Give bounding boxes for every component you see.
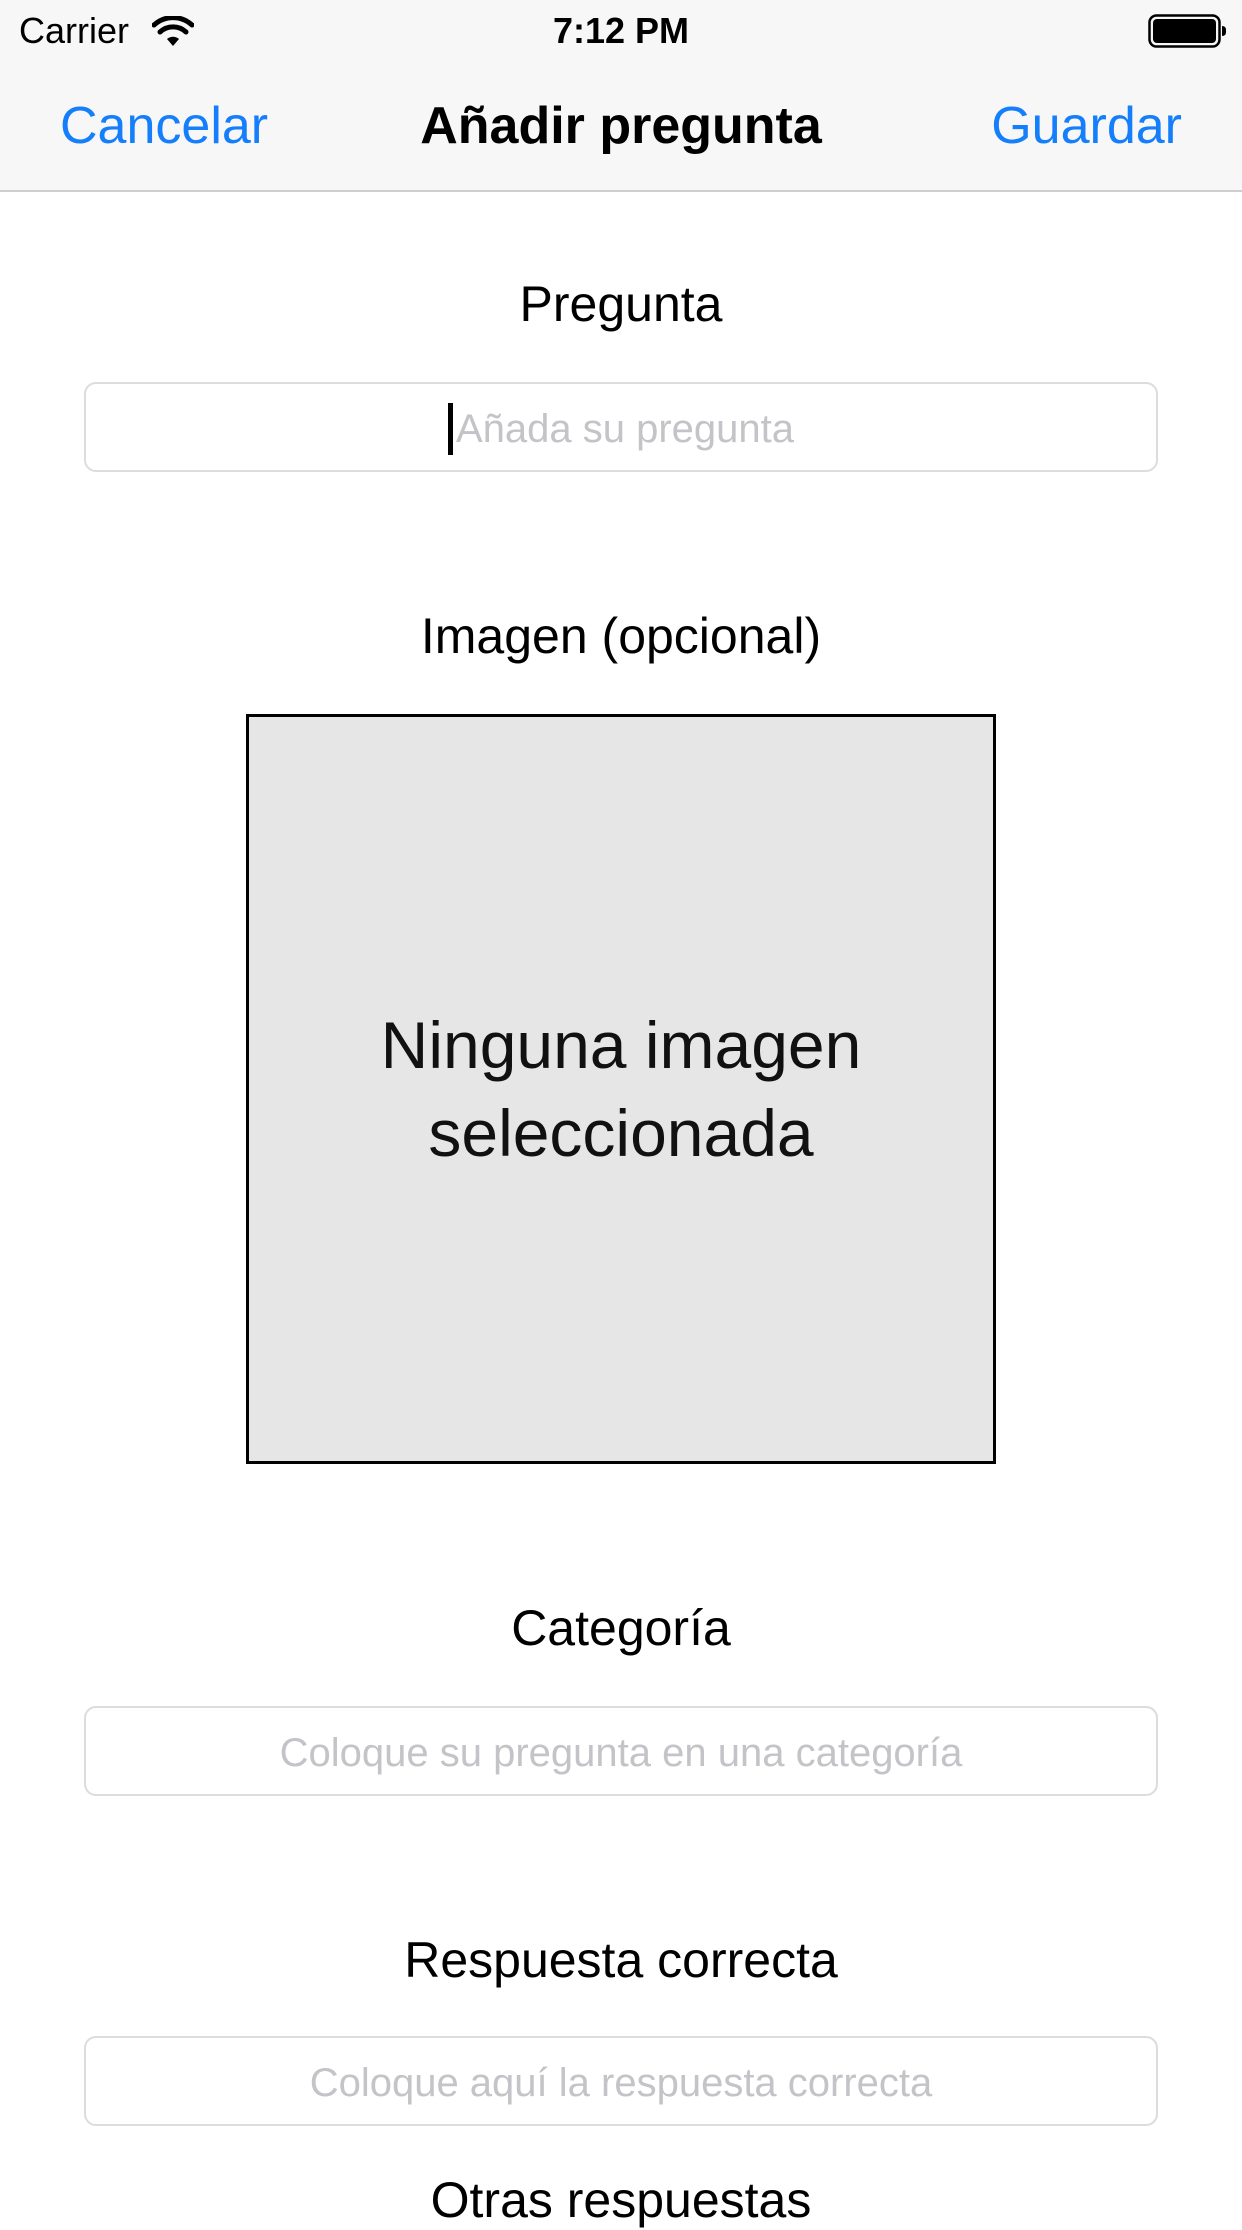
correct-answer-placeholder: Coloque aquí la respuesta correcta xyxy=(309,2061,933,2106)
top-bar: Carrier 7:12 PM Cancelar Añadir pregunta… xyxy=(0,0,1242,192)
correct-answer-input[interactable]: Coloque aquí la respuesta correcta xyxy=(84,2036,1158,2126)
category-label: Categoría xyxy=(511,1600,731,1656)
save-button[interactable]: Guardar xyxy=(991,96,1182,156)
status-time: 7:12 PM xyxy=(552,10,690,51)
image-picker[interactable]: Ninguna imagen seleccionada xyxy=(246,714,996,1464)
image-label: Imagen (opcional) xyxy=(420,608,822,664)
other-answers-label: Otras respuestas xyxy=(430,2172,812,2228)
question-placeholder: Añada su pregunta xyxy=(455,407,795,452)
form-content: Pregunta Añada su pregunta Imagen (opcio… xyxy=(0,192,1242,2228)
category-input[interactable]: Coloque su pregunta en una categoría xyxy=(84,1706,1158,1796)
status-bar: Carrier 7:12 PM xyxy=(0,0,1242,60)
question-input[interactable]: Añada su pregunta xyxy=(84,382,1158,472)
question-label: Pregunta xyxy=(519,276,723,332)
battery-icon xyxy=(1148,14,1226,48)
text-cursor xyxy=(447,403,453,456)
correct-answer-label: Respuesta correcta xyxy=(404,1932,838,1988)
no-image-text: Ninguna imagen seleccionada xyxy=(380,1008,862,1170)
category-placeholder: Coloque su pregunta en una categoría xyxy=(279,1731,963,1776)
navigation-bar: Cancelar Añadir pregunta Guardar xyxy=(0,60,1242,190)
